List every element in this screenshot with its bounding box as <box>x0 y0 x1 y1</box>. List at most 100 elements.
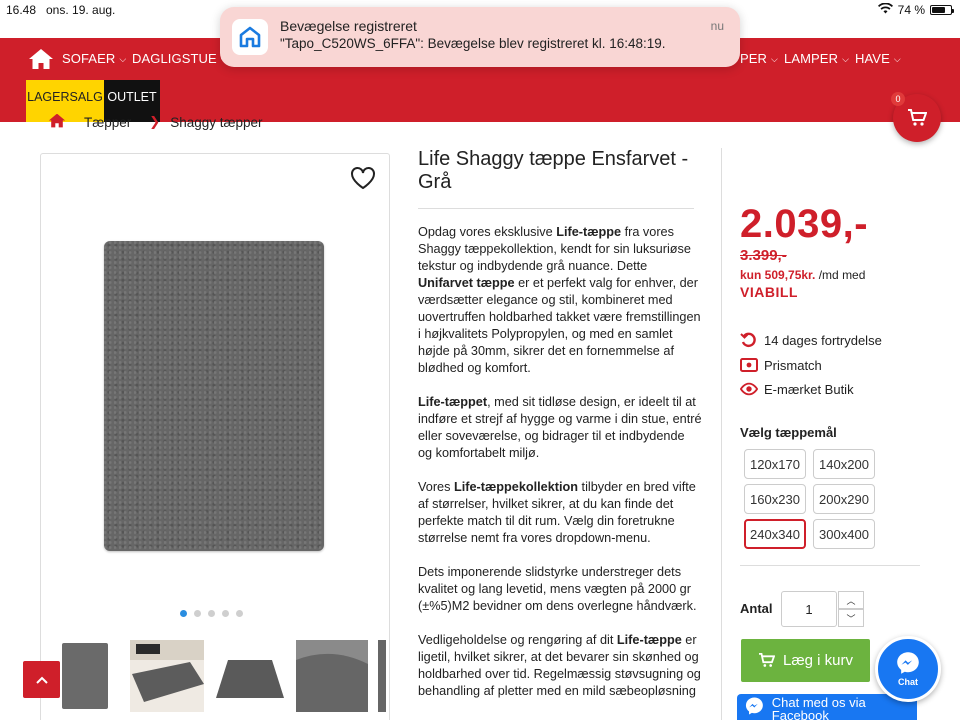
title-divider <box>418 208 694 209</box>
nav-item-outlet-overlay[interactable]: OUTLET <box>104 80 160 114</box>
notification-body: "Tapo_C520WS_6FFA": Bevægelse blev regis… <box>280 36 666 51</box>
chevron-right-icon: ❯ <box>149 114 161 129</box>
thumbnail-1[interactable] <box>58 640 112 712</box>
chevron-up-icon: ︿ <box>846 595 856 606</box>
size-option-120x170[interactable]: 120x170 <box>744 449 806 479</box>
wishlist-heart-icon[interactable] <box>350 166 376 190</box>
wifi-icon <box>877 2 893 17</box>
old-price: 3.399,- <box>740 247 787 264</box>
home-icon[interactable] <box>28 48 54 70</box>
carousel-dot[interactable] <box>194 610 201 617</box>
chevron-down-icon: ⌵ <box>893 54 901 64</box>
breadcrumb: Tæpper ❯ Shaggy tæpper <box>48 113 263 131</box>
chevron-up-icon <box>35 676 48 684</box>
product-title: Life Shaggy tæppe Ensfarvet - Grå <box>418 148 689 193</box>
thumbnail-2[interactable] <box>130 640 204 712</box>
chevron-down-icon: ﹀ <box>846 613 856 624</box>
battery-icon <box>930 5 954 15</box>
nav-item-sofaer[interactable]: SOFAER ⌵ <box>62 51 126 66</box>
product-description: Opdag vores eksklusive Life-tæppe fra vo… <box>418 224 702 717</box>
description-bold-text: Life-tæppekollektion <box>453 480 579 494</box>
nav-item-lagersalg-overlay[interactable]: LAGERSALG <box>26 80 104 114</box>
description-text: Opdag vores eksklusive <box>418 225 557 239</box>
quantity-increase-button[interactable]: ︿ <box>838 591 864 609</box>
chat-bubble-button[interactable]: Chat <box>875 636 941 702</box>
size-option-200x290[interactable]: 200x290 <box>813 484 875 514</box>
description-text: er et perfekt valg for enhver, der værds… <box>418 276 701 375</box>
cart-count-badge: 0 <box>891 92 905 106</box>
quantity-input[interactable]: 1 <box>781 591 837 627</box>
usp-return-label: 14 dages fortrydelse <box>764 332 882 348</box>
status-date: ons. 19. aug. <box>46 3 116 17</box>
carousel-dots <box>180 610 243 617</box>
nav-item-lamper[interactable]: LAMPER ⌵ <box>784 51 849 66</box>
chat-bubble-label: Chat <box>898 677 918 687</box>
chevron-down-icon: ⌵ <box>771 54 778 64</box>
size-divider <box>740 565 920 566</box>
usp-emark: E-mærket Butik <box>740 381 854 397</box>
description-text: Vedligeholdelse og rengøring af dit <box>418 633 617 647</box>
usp-return: 14 dages fortrydelse <box>740 332 882 348</box>
size-option-140x200[interactable]: 140x200 <box>813 449 875 479</box>
description-paragraph: Dets imponerende slidstyrke understreger… <box>418 564 702 615</box>
messenger-icon <box>897 652 919 674</box>
finance-text: kun 509,75kr. /md med <box>740 268 865 282</box>
thumbnail-4[interactable] <box>296 640 368 712</box>
battery-percent: 74 % <box>897 3 925 17</box>
description-bold-text: Life-tæppe <box>556 225 622 239</box>
carousel-dot[interactable] <box>208 610 215 617</box>
description-bold-text: Unifarvet tæppe <box>418 276 515 290</box>
carousel-dot[interactable] <box>236 610 243 617</box>
price-tag-icon <box>740 357 758 373</box>
usp-pricematch: Prismatch <box>740 357 822 373</box>
breadcrumb-item-shaggy[interactable]: Shaggy tæpper <box>170 115 262 130</box>
add-to-cart-label: Læg i kurv <box>782 652 854 669</box>
nav-item-have[interactable]: HAVE ⌵ <box>855 51 901 66</box>
add-to-cart-button[interactable]: Læg i kurv <box>741 639 870 682</box>
sub-nav-overlay: LAGERSALG OUTLET <box>0 80 960 114</box>
description-paragraph: Vedligeholdelse og rengøring af dit Life… <box>418 632 702 700</box>
thumbnail-5[interactable] <box>378 640 386 712</box>
finance-amount: kun 509,75kr. <box>740 268 816 282</box>
size-label: Vælg tæppemål <box>740 425 837 440</box>
nav-item-partial[interactable]: PER ⌵ <box>740 51 778 66</box>
breadcrumb-item-taepper[interactable]: Tæpper <box>84 115 131 130</box>
description-bold-text: Life-tæppe <box>616 633 682 647</box>
description-text: Vores <box>418 480 454 494</box>
cart-icon <box>758 653 775 667</box>
size-option-160x230[interactable]: 160x230 <box>744 484 806 514</box>
notification-title: Bevægelse registreret <box>280 18 417 34</box>
description-paragraph: Opdag vores eksklusive Life-tæppe fra vo… <box>418 224 702 377</box>
quantity-label: Antal <box>740 601 773 616</box>
description-paragraph: Vores Life-tæppekollektion tilbyder en b… <box>418 479 702 547</box>
usp-pricematch-label: Prismatch <box>764 357 822 373</box>
description-text: Dets imponerende slidstyrke understreger… <box>418 565 697 613</box>
notification-time: nu <box>710 19 724 33</box>
thumbnail-3[interactable] <box>214 640 286 712</box>
carousel-dot[interactable] <box>222 610 229 617</box>
nav-item-dagligstue[interactable]: DAGLIGSTUE⌵ <box>132 51 228 66</box>
description-bold-text: Life-tæppet <box>418 395 488 409</box>
product-image-rug[interactable] <box>104 241 324 551</box>
price: 2.039,- <box>740 202 869 246</box>
size-option-240x340[interactable]: 240x340 <box>744 519 806 549</box>
column-divider <box>721 148 722 720</box>
motion-notification[interactable]: Bevægelse registreret "Tapo_C520WS_6FFA"… <box>220 7 740 67</box>
scroll-to-top-button[interactable] <box>23 661 60 698</box>
usp-emark-label: E-mærket Butik <box>764 381 854 397</box>
carousel-dot[interactable] <box>180 610 187 617</box>
breadcrumb-home-icon[interactable] <box>48 113 66 131</box>
viabill-logo[interactable]: VIABILL <box>740 284 798 300</box>
chevron-down-icon: ⌵ <box>119 54 127 64</box>
size-option-300x400[interactable]: 300x400 <box>813 519 875 549</box>
facebook-chat-bar[interactable]: Chat med os via Facebook <box>737 694 917 720</box>
quantity-decrease-button[interactable]: ﹀ <box>838 609 864 627</box>
messenger-icon <box>745 697 763 715</box>
cart-icon <box>908 109 927 126</box>
description-paragraph: Life-tæppet, med sit tidløse design, er … <box>418 394 702 462</box>
chevron-down-icon: ⌵ <box>842 54 849 64</box>
eye-icon <box>740 381 758 397</box>
tapo-app-icon <box>232 19 268 55</box>
return-arrow-icon <box>740 332 758 348</box>
finance-suffix: /md med <box>815 268 866 282</box>
